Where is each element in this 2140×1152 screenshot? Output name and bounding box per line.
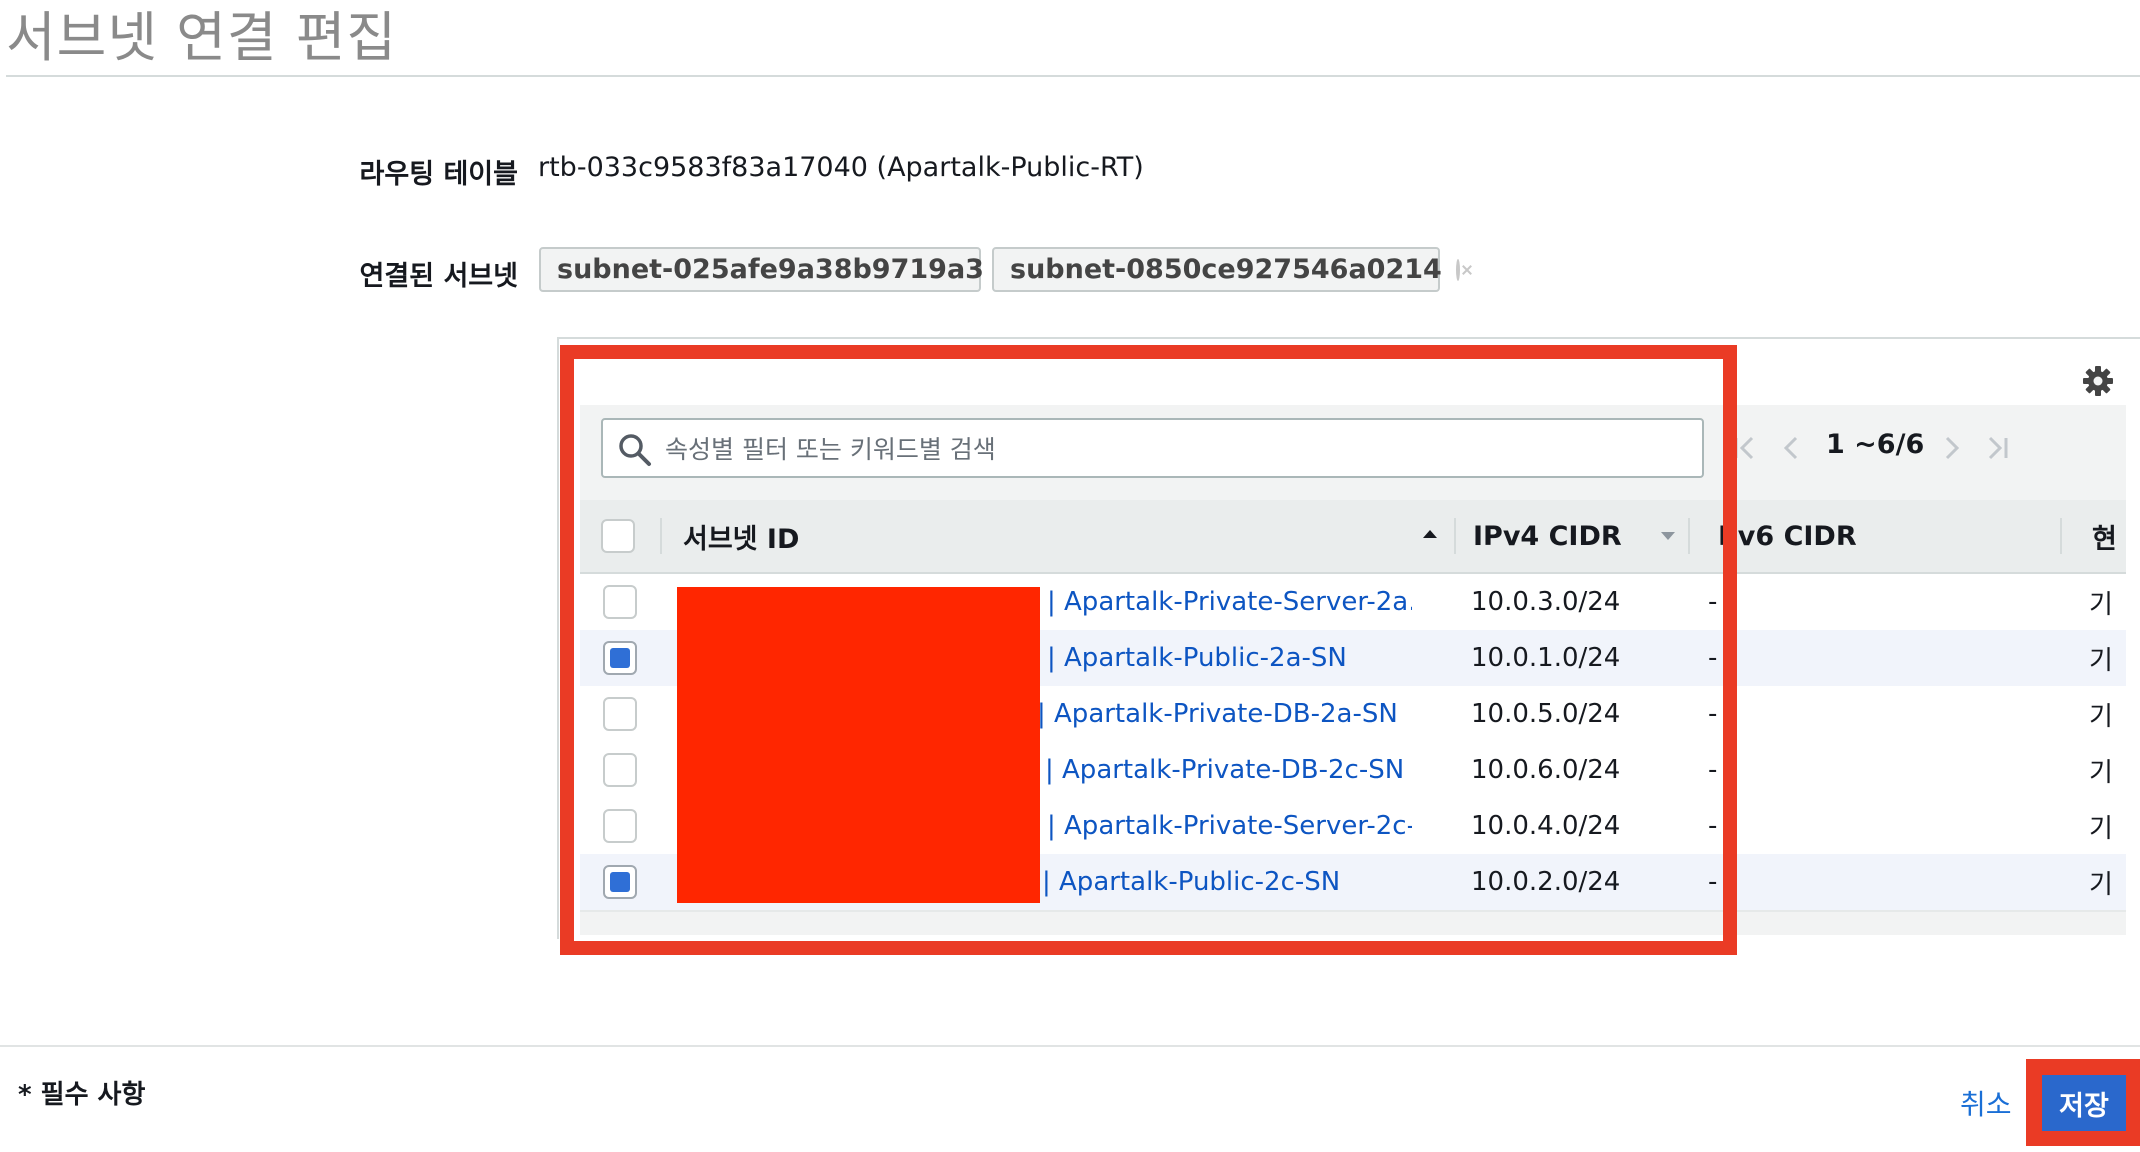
column-header-ipv6-cidr[interactable]: Pv6 CIDR (1718, 500, 1857, 572)
page-range-text: 1 ~6/6 (1826, 429, 1925, 460)
page-title: 서브넷 연결 편집 (6, 6, 398, 69)
route-table-label: 라우팅 테이블 (359, 159, 518, 190)
current-cell: 기 (2089, 701, 2113, 732)
title-divider (6, 75, 2140, 77)
current-cell: 기 (2089, 589, 2113, 620)
subnet-token-label: subnet-0850ce927546a0214 (1010, 254, 1442, 285)
highlight-annotation (560, 345, 1737, 955)
subnet-token-2: subnet-0850ce927546a0214 (992, 247, 1460, 292)
gear-icon[interactable] (2082, 365, 2114, 397)
column-header-current[interactable]: 현 (2092, 500, 2117, 572)
current-cell: 기 (2089, 645, 2113, 676)
subnet-token-label: subnet-025afe9a38b9719a3 (557, 254, 984, 285)
associated-subnets-label: 연결된 서브넷 (359, 261, 518, 292)
current-cell: 기 (2089, 813, 2113, 844)
current-cell: 기 (2089, 869, 2113, 900)
column-divider (2060, 518, 2062, 554)
next-page-icon[interactable] (1935, 428, 1969, 468)
save-button[interactable]: 저장 (2042, 1075, 2126, 1131)
subnet-token-1: subnet-025afe9a38b9719a3 (539, 247, 1002, 292)
footer-divider (0, 1045, 2140, 1047)
previous-page-icon[interactable] (1774, 428, 1808, 468)
current-cell: 기 (2089, 757, 2113, 788)
remove-token-icon[interactable] (1455, 258, 1460, 281)
last-page-icon[interactable] (1980, 428, 2014, 468)
required-note: * 필수 사항 (18, 1080, 146, 1110)
route-table-value: rtb-033c9583f83a17040 (Apartalk-Public-R… (538, 152, 1144, 183)
cancel-button[interactable]: 취소 (1960, 1083, 2012, 1123)
